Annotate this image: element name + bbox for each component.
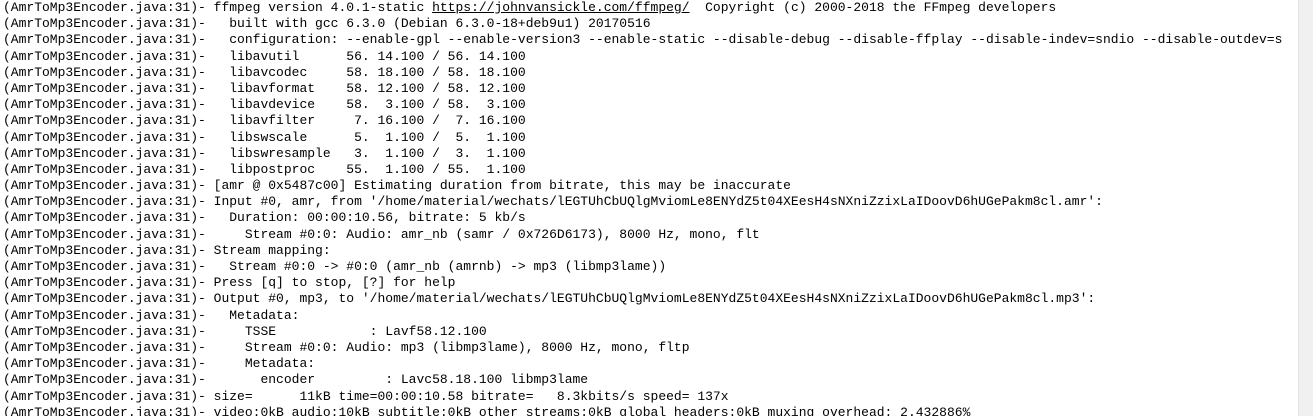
log-message: libavcodec 58. 18.100 / 58. 18.100	[213, 64, 526, 80]
console-line: (AmrToMp3Encoder.java:31)- Duration: 00:…	[3, 210, 1282, 226]
console-line: (AmrToMp3Encoder.java:31)- Stream mappin…	[3, 243, 1282, 259]
log-link[interactable]: https://johnvansickle.com/ffmpeg/	[432, 0, 689, 15]
log-message: [amr @ 0x5487c00] Estimating duration fr…	[213, 178, 791, 194]
log-source-prefix: (AmrToMp3Encoder.java:31)-	[3, 372, 214, 388]
console-line: (AmrToMp3Encoder.java:31)- libavutil 56.…	[3, 49, 1282, 65]
console-output[interactable]: (AmrToMp3Encoder.java:31)- ffmpeg versio…	[0, 0, 1298, 416]
log-source-prefix: (AmrToMp3Encoder.java:31)-	[3, 129, 214, 145]
console-line: (AmrToMp3Encoder.java:31)- Metadata:	[3, 308, 1282, 324]
log-source-prefix: (AmrToMp3Encoder.java:31)-	[3, 242, 214, 258]
log-message: built with gcc 6.3.0 (Debian 6.3.0-18+de…	[213, 16, 651, 32]
console-line: (AmrToMp3Encoder.java:31)- TSSE : Lavf58…	[3, 324, 1282, 340]
log-message: Stream #0:0: Audio: mp3 (libmp3lame), 80…	[213, 339, 690, 355]
log-source-prefix: (AmrToMp3Encoder.java:31)-	[3, 178, 214, 194]
console-line: (AmrToMp3Encoder.java:31)- Metadata:	[3, 356, 1282, 372]
log-message: Output #0, mp3, to '/home/material/wecha…	[213, 291, 1096, 307]
log-source-prefix: (AmrToMp3Encoder.java:31)-	[3, 339, 214, 355]
console-line: (AmrToMp3Encoder.java:31)- built with gc…	[3, 16, 1282, 32]
log-source-prefix: (AmrToMp3Encoder.java:31)-	[3, 64, 214, 80]
console-line: (AmrToMp3Encoder.java:31)- Press [q] to …	[3, 275, 1282, 291]
log-message: libswresample 3. 1.100 / 3. 1.100	[213, 145, 526, 161]
log-source-prefix: (AmrToMp3Encoder.java:31)-	[3, 48, 214, 64]
log-source-prefix: (AmrToMp3Encoder.java:31)-	[3, 113, 214, 129]
log-message: Metadata:	[213, 356, 316, 372]
console-line: (AmrToMp3Encoder.java:31)- size= 11kB ti…	[3, 389, 1282, 405]
console-line: (AmrToMp3Encoder.java:31)- libswscale 5.…	[3, 130, 1282, 146]
log-source-prefix: (AmrToMp3Encoder.java:31)-	[3, 145, 214, 161]
log-message: Metadata:	[213, 307, 300, 323]
console-line: (AmrToMp3Encoder.java:31)- encoder : Lav…	[3, 372, 1282, 388]
log-source-prefix: (AmrToMp3Encoder.java:31)-	[3, 275, 214, 291]
console-line: (AmrToMp3Encoder.java:31)- libswresample…	[3, 146, 1282, 162]
log-source-prefix: (AmrToMp3Encoder.java:31)-	[3, 307, 214, 323]
log-source-prefix: (AmrToMp3Encoder.java:31)-	[3, 210, 214, 226]
console-line: (AmrToMp3Encoder.java:31)- ffmpeg versio…	[3, 0, 1282, 16]
log-source-prefix: (AmrToMp3Encoder.java:31)-	[3, 0, 214, 15]
log-source-prefix: (AmrToMp3Encoder.java:31)-	[3, 16, 214, 32]
log-message: libswscale 5. 1.100 / 5. 1.100	[213, 129, 526, 145]
console-line: (AmrToMp3Encoder.java:31)- Stream #0:0: …	[3, 227, 1282, 243]
log-message: ffmpeg version 4.0.1-static	[213, 0, 433, 15]
log-message-suffix: Copyright (c) 2000-2018 the FFmpeg devel…	[689, 0, 1057, 15]
console-line: (AmrToMp3Encoder.java:31)- Stream #0:0 -…	[3, 259, 1282, 275]
console-line: (AmrToMp3Encoder.java:31)- Input #0, amr…	[3, 194, 1282, 210]
log-source-prefix: (AmrToMp3Encoder.java:31)-	[3, 388, 214, 404]
log-message: Duration: 00:00:10.56, bitrate: 5 kb/s	[213, 210, 526, 226]
console-line: (AmrToMp3Encoder.java:31)- libavcodec 58…	[3, 65, 1282, 81]
console-line: (AmrToMp3Encoder.java:31)- [amr @ 0x5487…	[3, 178, 1282, 194]
console-line: (AmrToMp3Encoder.java:31)- Stream #0:0: …	[3, 340, 1282, 356]
log-message: libavutil 56. 14.100 / 56. 14.100	[213, 48, 526, 64]
console-line: (AmrToMp3Encoder.java:31)- libavformat 5…	[3, 81, 1282, 97]
log-source-prefix: (AmrToMp3Encoder.java:31)-	[3, 80, 214, 96]
log-message: video:0kB audio:10kB subtitle:0kB other …	[213, 404, 971, 416]
log-source-prefix: (AmrToMp3Encoder.java:31)-	[3, 194, 214, 210]
log-message: libavdevice 58. 3.100 / 58. 3.100	[213, 97, 526, 113]
log-source-prefix: (AmrToMp3Encoder.java:31)-	[3, 97, 214, 113]
console-line: (AmrToMp3Encoder.java:31)- libavfilter 7…	[3, 113, 1282, 129]
scrollbar-thumb[interactable]	[1301, 40, 1311, 400]
log-source-prefix: (AmrToMp3Encoder.java:31)-	[3, 356, 214, 372]
log-message: libpostproc 55. 1.100 / 55. 1.100	[213, 161, 526, 177]
log-message: Stream mapping:	[213, 242, 331, 258]
log-message: TSSE : Lavf58.12.100	[213, 323, 487, 339]
log-source-prefix: (AmrToMp3Encoder.java:31)-	[3, 259, 214, 274]
log-message: Press [q] to stop, [?] for help	[213, 275, 456, 291]
log-source-prefix: (AmrToMp3Encoder.java:31)-	[3, 161, 214, 177]
log-source-prefix: (AmrToMp3Encoder.java:31)-	[3, 32, 214, 48]
log-message: size= 11kB time=00:00:10.58 bitrate= 8.3…	[213, 388, 729, 404]
console-line: (AmrToMp3Encoder.java:31)- configuration…	[3, 32, 1282, 48]
console-line: (AmrToMp3Encoder.java:31)- libpostproc 5…	[3, 162, 1282, 178]
log-source-prefix: (AmrToMp3Encoder.java:31)-	[3, 226, 214, 242]
log-source-prefix: (AmrToMp3Encoder.java:31)-	[3, 291, 214, 307]
console-line: (AmrToMp3Encoder.java:31)- Output #0, mp…	[3, 291, 1282, 307]
log-message: Input #0, amr, from '/home/material/wech…	[213, 194, 1103, 210]
log-source-prefix: (AmrToMp3Encoder.java:31)-	[3, 323, 214, 339]
log-message: libavformat 58. 12.100 / 58. 12.100	[213, 80, 526, 96]
console-lines: (AmrToMp3Encoder.java:31)- ffmpeg versio…	[3, 0, 1282, 416]
log-source-prefix: (AmrToMp3Encoder.java:31)-	[3, 404, 214, 416]
log-message: libavfilter 7. 16.100 / 7. 16.100	[213, 113, 526, 129]
console-line: (AmrToMp3Encoder.java:31)- libavdevice 5…	[3, 97, 1282, 113]
console-line: (AmrToMp3Encoder.java:31)- video:0kB aud…	[3, 405, 1282, 416]
vertical-scrollbar[interactable]	[1298, 0, 1313, 416]
log-message: Stream #0:0: Audio: amr_nb (samr / 0x726…	[213, 226, 760, 242]
log-message: encoder : Lavc58.18.100 libmp3lame	[213, 372, 589, 388]
log-message: Stream #0:0 -> #0:0 (amr_nb (amrnb) -> m…	[213, 259, 667, 274]
log-message: configuration: --enable-gpl --enable-ver…	[213, 32, 1283, 48]
